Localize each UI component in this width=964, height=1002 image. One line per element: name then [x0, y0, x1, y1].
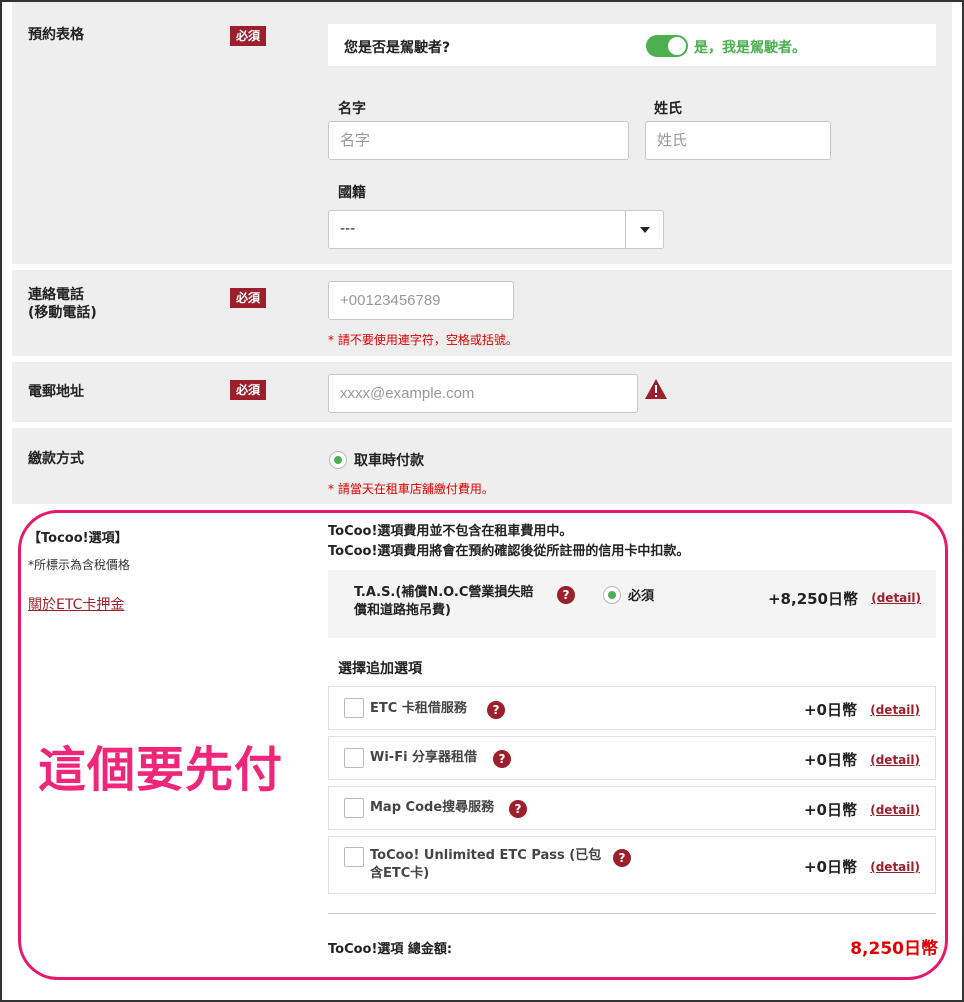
email-label: 電郵地址 — [28, 384, 84, 400]
wifi-option-name: Wi-Fi 分享器租借 — [370, 750, 478, 765]
phone-note: * 請不要使用連字符，空格或括號。 — [328, 333, 518, 347]
phone-label-line1: 連絡電話 — [28, 287, 84, 303]
options-title: 【Tocoo!選項】 — [28, 531, 128, 546]
option-item-etc: ETC 卡租借服務 ? +0日幣 (detail) — [328, 686, 936, 730]
driver-question-box: 您是否是駕駛者? 是，我是駕駛者。 — [328, 24, 936, 66]
mapcode-option-name: Map Code搜尋服務 — [370, 800, 495, 815]
help-icon[interactable]: ? — [487, 701, 505, 719]
mapcode-detail-link[interactable]: (detail) — [870, 803, 920, 817]
tas-price: +8,250日幣 — [767, 590, 858, 608]
phone-input[interactable]: +00123456789 — [328, 281, 514, 320]
last-name-input[interactable]: 姓氏 — [645, 121, 831, 160]
total-divider — [328, 913, 936, 914]
wifi-checkbox[interactable] — [344, 748, 364, 768]
tas-radio[interactable] — [603, 586, 621, 604]
driver-answer: 是，我是駕駛者。 — [694, 40, 806, 56]
option-item-mapcode: Map Code搜尋服務 ? +0日幣 (detail) — [328, 786, 936, 830]
nationality-select[interactable]: --- — [328, 210, 664, 249]
required-badge: 必須 — [230, 380, 266, 400]
help-icon[interactable]: ? — [509, 800, 527, 818]
mapcode-checkbox[interactable] — [344, 798, 364, 818]
wifi-option-price: +0日幣 — [803, 751, 857, 769]
first-name-label: 名字 — [338, 101, 366, 117]
handwritten-annotation: 這個要先付 — [38, 742, 284, 798]
etc-detail-link[interactable]: (detail) — [870, 703, 920, 717]
driver-question: 您是否是駕駛者? — [344, 40, 451, 56]
warning-icon — [645, 379, 667, 399]
phone-label: 連絡電話 (移動電話) — [28, 286, 97, 322]
tas-required: 必須 — [628, 589, 655, 604]
payment-note: * 請當天在租車店舖繳付費用。 — [328, 482, 494, 496]
additional-options-title: 選擇追加選項 — [338, 661, 422, 677]
option-item-etc-pass: ToCoo! Unlimited ETC Pass (已包 含ETC卡) ? +… — [328, 836, 936, 894]
tas-name: T.A.S.(補償N.O.C營業損失賠 償和道路拖吊費) — [354, 584, 533, 620]
etc-pass-checkbox[interactable] — [344, 847, 364, 867]
etc-deposit-link[interactable]: 關於ETC卡押金 — [28, 594, 124, 614]
etc-pass-detail-link[interactable]: (detail) — [870, 860, 920, 874]
etc-option-name: ETC 卡租借服務 — [370, 701, 467, 716]
payment-option: 取車時付款 — [354, 453, 424, 469]
first-name-input[interactable]: 名字 — [328, 121, 629, 160]
tas-option-card: T.A.S.(補償N.O.C營業損失賠 償和道路拖吊費) ? 必須 +8,250… — [328, 570, 936, 638]
etc-option-price: +0日幣 — [803, 701, 857, 719]
options-desc-line2: ToCoo!選項費用將會在預約確認後從所註冊的信用卡中扣款。 — [328, 544, 690, 559]
email-section: 電郵地址 必須 xxxx@example.com — [12, 362, 952, 422]
required-badge: 必須 — [230, 288, 266, 308]
payment-radio[interactable] — [329, 451, 347, 469]
required-badge: 必須 — [230, 26, 266, 46]
payment-label: 繳款方式 — [28, 451, 84, 467]
tas-name-line1: T.A.S.(補償N.O.C營業損失賠 — [354, 585, 534, 600]
etc-pass-name-line1: ToCoo! Unlimited ETC Pass (已包 — [370, 848, 602, 863]
tax-note: *所標示為含稅價格 — [28, 558, 131, 572]
tas-name-line2: 償和道路拖吊費) — [354, 603, 451, 618]
nationality-value: --- — [340, 221, 356, 237]
phone-label-line2: (移動電話) — [28, 305, 97, 321]
options-desc-line1: ToCoo!選項費用並不包含在租車費用中。 — [328, 524, 573, 539]
chevron-down-icon[interactable] — [625, 211, 663, 248]
help-icon[interactable]: ? — [613, 849, 631, 867]
wifi-detail-link[interactable]: (detail) — [870, 753, 920, 767]
phone-section: 連絡電話 (移動電話) 必須 +00123456789 * 請不要使用連字符，空… — [12, 270, 952, 356]
booking-form-section: 預約表格 必須 您是否是駕駛者? 是，我是駕駛者。 名字 姓氏 名字 姓氏 國籍… — [12, 2, 952, 264]
payment-section: 繳款方式 取車時付款 * 請當天在租車店舖繳付費用。 — [12, 428, 952, 504]
options-total-label: ToCoo!選項 總金額: — [328, 942, 453, 957]
etc-checkbox[interactable] — [344, 698, 364, 718]
tas-detail-link[interactable]: (detail) — [871, 591, 921, 605]
help-icon[interactable]: ? — [557, 586, 575, 604]
mapcode-option-price: +0日幣 — [803, 801, 857, 819]
etc-pass-option-name: ToCoo! Unlimited ETC Pass (已包 含ETC卡) — [370, 847, 601, 883]
options-section: 【Tocoo!選項】 *所標示為含稅價格 關於ETC卡押金 ToCoo!選項費用… — [12, 510, 952, 990]
etc-pass-name-line2: 含ETC卡) — [370, 866, 430, 881]
help-icon[interactable]: ? — [493, 750, 511, 768]
nationality-label: 國籍 — [338, 185, 366, 201]
driver-toggle[interactable] — [646, 35, 688, 57]
last-name-label: 姓氏 — [654, 101, 682, 117]
option-item-wifi: Wi-Fi 分享器租借 ? +0日幣 (detail) — [328, 736, 936, 780]
booking-form-label: 預約表格 — [28, 27, 84, 43]
options-total-value: 8,250日幣 — [850, 939, 938, 959]
email-input[interactable]: xxxx@example.com — [328, 374, 638, 413]
etc-pass-option-price: +0日幣 — [803, 858, 857, 876]
